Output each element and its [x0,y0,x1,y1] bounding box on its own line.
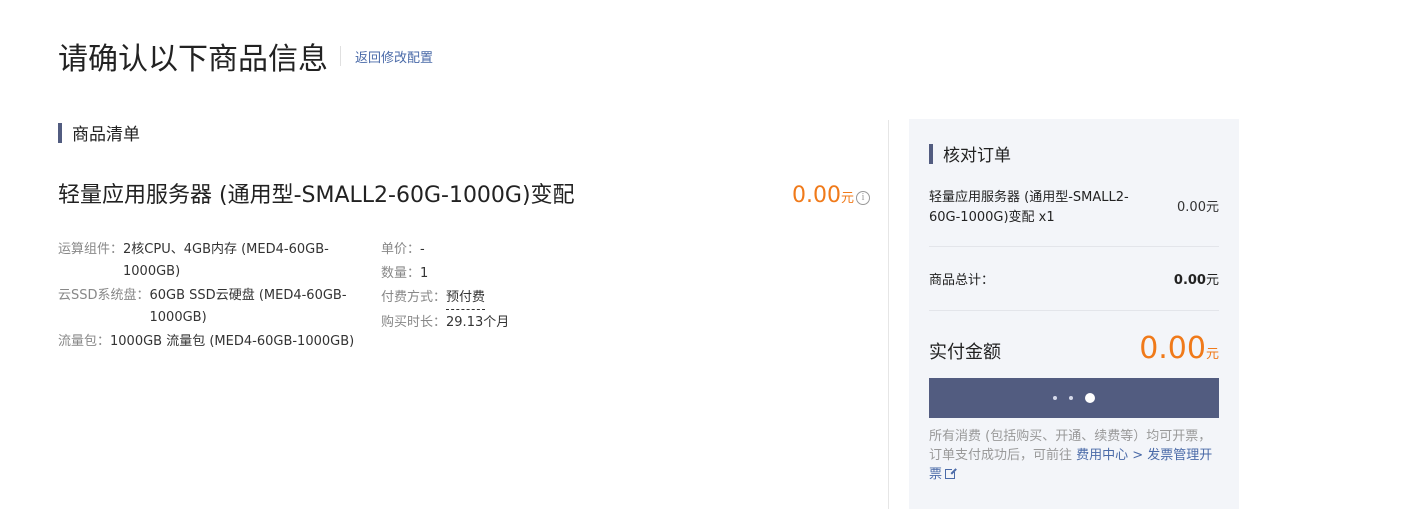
order-total-amount: 0.00 [1173,273,1206,288]
page-header: 请确认以下商品信息 返回修改配置 [58,34,433,78]
order-line-price: 0.00元 [1177,198,1219,218]
order-line-unit: 元 [1205,200,1219,215]
spec-key: 付费方式： [381,290,447,305]
pay-button-loading[interactable] [929,378,1219,418]
spec-traffic: 流量包： 1000GB 流量包 (MED4-60GB-1000GB) [58,331,381,353]
order-line-item: 轻量应用服务器 (通用型-SMALL2-60G-1000G)变配 x1 0.00… [929,188,1219,247]
section-accent-bar [58,122,62,143]
page-title: 请确认以下商品信息 [58,42,328,77]
spec-key: 云SSD系统盘： [58,288,150,303]
order-summary-title: 核对订单 [943,146,1011,166]
spec-value: - [420,242,425,257]
product-price-unit: 元 [840,191,854,206]
payment-amount-value: 0.00 [1139,331,1206,366]
order-line-amount: 0.00 [1177,200,1206,215]
title-divider [340,46,341,66]
spec-system-disk: 云SSD系统盘： 60GB SSD云硬盘 (MED4-60GB-1000GB) [58,285,381,329]
spec-duration: 购买时长： 29.13个月 [381,312,581,334]
payment-amount-unit: 元 [1205,347,1219,362]
order-total-unit: 元 [1205,273,1219,288]
spec-value: 2核CPU、4GB内存 (MED4-60GB-1000GB) [123,242,329,279]
column-divider [888,120,889,509]
spec-compute: 运算组件： 2核CPU、4GB内存 (MED4-60GB-1000GB) [58,239,381,283]
order-summary-heading: 核对订单 [929,141,1219,166]
order-total-label: 商品总计： [929,273,995,288]
spec-value: 1 [420,266,429,281]
order-total-row: 商品总计： 0.00元 [929,247,1219,311]
spec-quantity: 数量： 1 [381,263,581,285]
order-summary-panel: 核对订单 轻量应用服务器 (通用型-SMALL2-60G-1000G)变配 x1… [909,119,1239,509]
spec-key: 购买时长： [381,315,447,330]
specs-right-column: 单价： - 数量： 1 付费方式： 预付费 购买时长： 29.13个月 [381,239,581,355]
specs-left-column: 运算组件： 2核CPU、4GB内存 (MED4-60GB-1000GB) 云SS… [58,239,381,355]
loading-dot [1053,396,1057,400]
billing-mode-tooltip-trigger[interactable]: 预付费 [446,287,486,310]
payment-amount-label: 实付金额 [929,342,1001,363]
spec-value: 1000GB 流量包 (MED4-60GB-1000GB) [110,334,355,349]
order-total-price: 0.00元 [1174,269,1219,288]
product-price: 0.00 元 i [792,183,870,208]
payment-amount-row: 实付金额 0.00元 [929,311,1219,366]
spec-key: 数量： [381,266,421,281]
product-price-amount: 0.00 [792,183,841,208]
spec-key: 流量包： [58,334,111,349]
external-link-icon [945,467,958,479]
order-line-name: 轻量应用服务器 (通用型-SMALL2-60G-1000G)变配 x1 [929,190,1129,225]
spec-unit-price: 单价： - [381,239,581,261]
product-list-heading: 商品清单 [58,120,870,145]
spec-billing-mode: 付费方式： 预付费 [381,287,581,310]
product-list-section: 商品清单 轻量应用服务器 (通用型-SMALL2-60G-1000G)变配 0.… [58,120,870,355]
info-icon[interactable]: i [856,191,870,205]
back-to-config-link[interactable]: 返回修改配置 [355,47,433,66]
section-accent-bar [929,143,933,164]
product-specs: 运算组件： 2核CPU、4GB内存 (MED4-60GB-1000GB) 云SS… [58,239,870,355]
product-name: 轻量应用服务器 (通用型-SMALL2-60G-1000G)变配 [58,183,575,208]
invoice-note: 所有消费 (包括购买、开通、续费等）均可开票，订单支付成功后，可前往 费用中心 … [929,427,1219,484]
loading-dot [1085,393,1095,403]
product-row: 轻量应用服务器 (通用型-SMALL2-60G-1000G)变配 0.00 元 … [58,177,870,209]
payment-amount-price: 0.00元 [1139,331,1219,366]
spec-key: 运算组件： [58,242,124,257]
product-list-title: 商品清单 [72,125,140,145]
spec-value: 60GB SSD云硬盘 (MED4-60GB-1000GB) [149,288,347,325]
spec-value: 29.13个月 [446,315,510,330]
loading-dot [1069,396,1073,400]
spec-key: 单价： [381,242,421,257]
